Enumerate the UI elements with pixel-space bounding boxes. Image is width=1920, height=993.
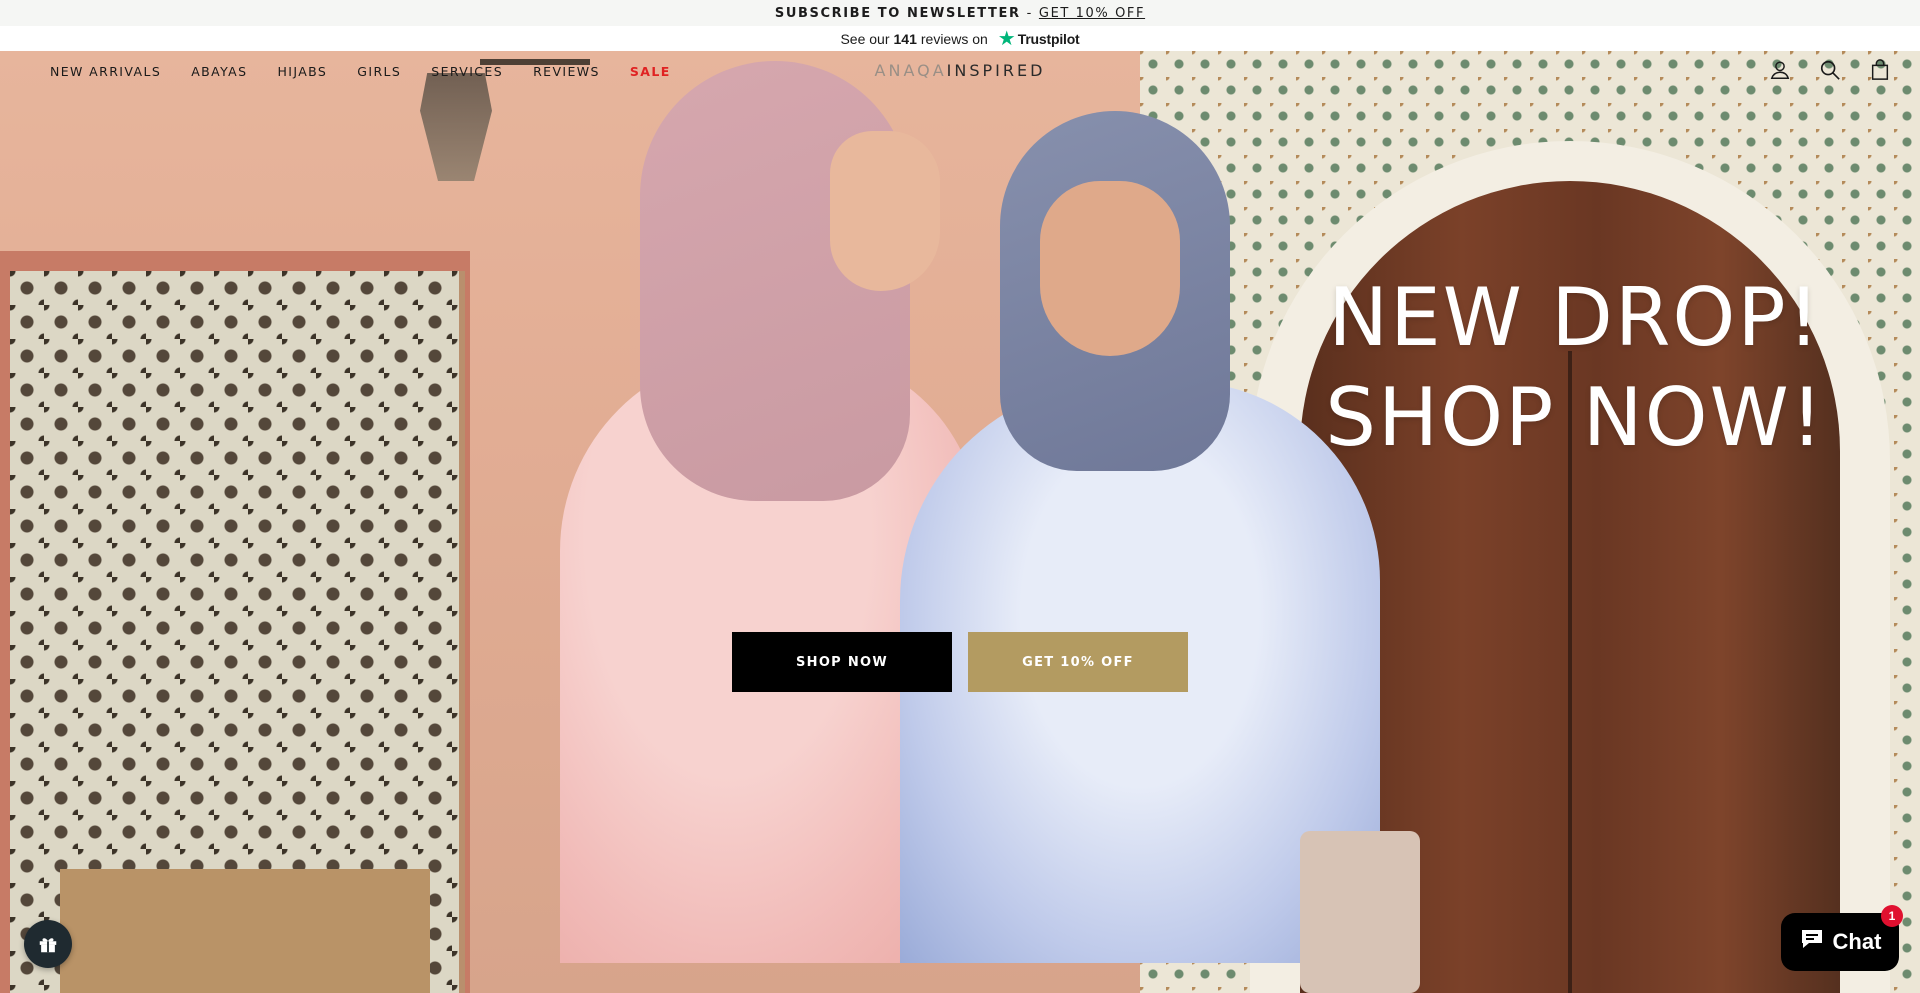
shop-now-button[interactable]: SHOP NOW bbox=[732, 632, 952, 692]
announcement-link[interactable]: GET 10% OFF bbox=[1039, 6, 1145, 21]
header-icons bbox=[1768, 58, 1892, 82]
cart-icon[interactable] bbox=[1868, 58, 1892, 82]
nav-item-hijabs[interactable]: HIJABS bbox=[277, 64, 327, 79]
hero-heading: NEW DROP! SHOP NOW! bbox=[1290, 268, 1860, 468]
hero-banner[interactable] bbox=[0, 51, 1920, 993]
trustpilot-bar[interactable]: See our 141 reviews on ★ Trustpilot bbox=[0, 26, 1920, 51]
nav-item-new-arrivals[interactable]: NEW ARRIVALS bbox=[50, 64, 161, 79]
trustpilot-star-icon: ★ bbox=[997, 27, 1016, 50]
announcement-bar: SUBSCRIBE TO NEWSLETTER - GET 10% OFF bbox=[0, 0, 1920, 26]
site-header: NEW ARRIVALS ABAYAS HIJABS GIRLS SERVICE… bbox=[0, 51, 1920, 91]
nav-item-abayas[interactable]: ABAYAS bbox=[191, 64, 247, 79]
trustpilot-brand: Trustpilot bbox=[1017, 30, 1080, 47]
chat-bubble-icon bbox=[1799, 927, 1825, 957]
trustpilot-prefix: See our bbox=[840, 30, 890, 47]
main-nav: NEW ARRIVALS ABAYAS HIJABS GIRLS SERVICE… bbox=[50, 64, 701, 79]
announcement-text: SUBSCRIBE TO NEWSLETTER bbox=[774, 5, 1021, 21]
chat-badge: 1 bbox=[1881, 905, 1903, 927]
chat-label: Chat bbox=[1832, 929, 1882, 954]
hero-model-right-face bbox=[1040, 181, 1180, 356]
hero-stone-base bbox=[60, 869, 430, 993]
nav-item-services[interactable]: SERVICES bbox=[431, 64, 503, 79]
get-discount-button[interactable]: GET 10% OFF bbox=[968, 632, 1188, 692]
hero-buttons: SHOP NOW GET 10% OFF bbox=[732, 632, 1188, 692]
nav-item-girls[interactable]: GIRLS bbox=[357, 64, 401, 79]
search-icon[interactable] bbox=[1818, 58, 1842, 82]
hero-heading-line2: SHOP NOW! bbox=[1325, 371, 1825, 464]
trustpilot-count: 141 bbox=[893, 30, 917, 47]
nav-item-sale[interactable]: SALE bbox=[630, 64, 671, 79]
hero-heading-line1: NEW DROP! bbox=[1328, 271, 1822, 364]
account-icon[interactable] bbox=[1768, 58, 1792, 82]
hero-model-left-face bbox=[830, 131, 940, 291]
hero-handbag bbox=[1300, 831, 1420, 993]
announcement-separator: - bbox=[1026, 5, 1033, 21]
gift-icon[interactable] bbox=[24, 920, 72, 968]
trustpilot-suffix: reviews on bbox=[920, 30, 988, 47]
nav-item-reviews[interactable]: REVIEWS bbox=[533, 64, 600, 79]
chat-button[interactable]: Chat bbox=[1781, 913, 1899, 971]
